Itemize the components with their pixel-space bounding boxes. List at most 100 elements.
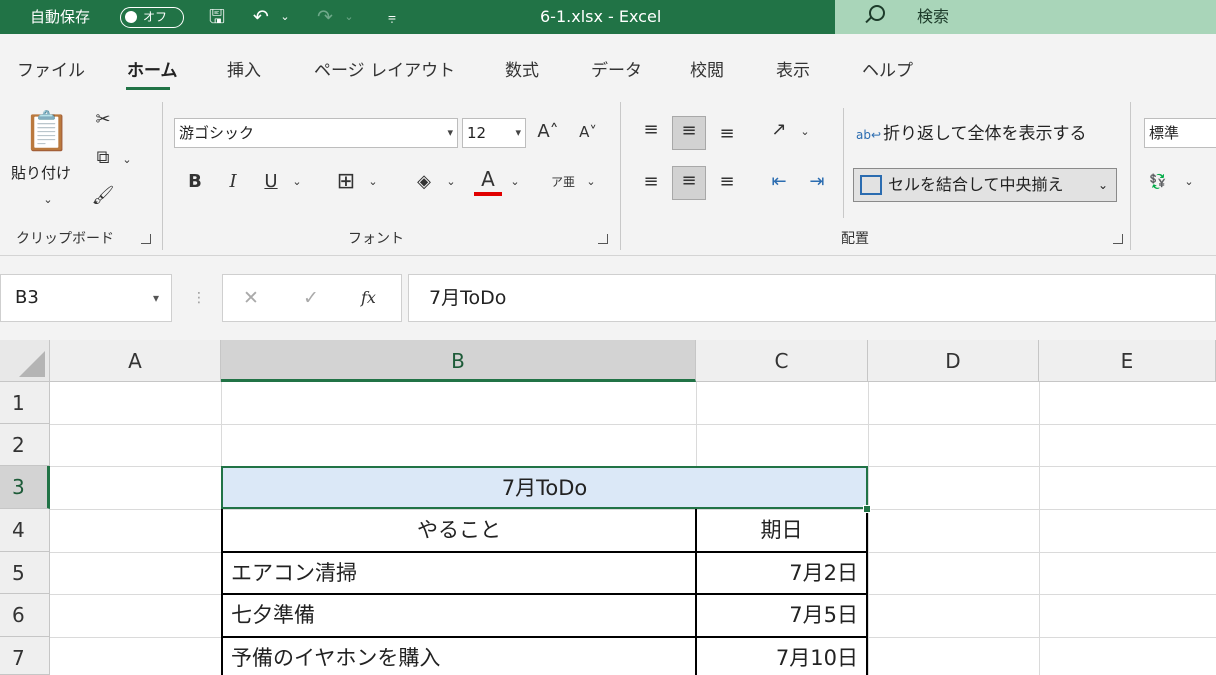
number-format-select[interactable]: 標準 [1144, 118, 1216, 148]
column-header-c[interactable]: C [696, 340, 868, 382]
task-cell[interactable]: エアコン清掃 [223, 552, 695, 594]
gridline [868, 382, 869, 675]
task-cell[interactable]: 七夕準備 [223, 594, 695, 636]
tab-insert[interactable]: 挿入 [227, 56, 261, 81]
cut-icon[interactable]: ✂ [90, 106, 116, 134]
select-all-button[interactable] [0, 340, 50, 382]
align-center-icon[interactable]: ≡ [672, 166, 706, 200]
search-icon [869, 5, 885, 21]
table-header-task[interactable]: やること [223, 509, 695, 551]
date-cell[interactable]: 7月5日 [697, 594, 866, 636]
alignment-launcher-icon[interactable] [1113, 234, 1123, 244]
name-box-value: B3 [15, 287, 39, 308]
row-header-3[interactable]: 3 [0, 466, 50, 509]
merged-title-cell[interactable]: 7月ToDo [221, 466, 868, 509]
format-painter-icon[interactable]: 🖌 [90, 182, 116, 210]
date-cell[interactable]: 7月2日 [697, 552, 866, 594]
title-bar: 自動保存 オフ 🖫 ↶ ⌄ ↷ ⌄ ⩦ 6-1.xlsx - Excel 検索 [0, 0, 1216, 34]
tab-home[interactable]: ホーム [127, 56, 178, 81]
search-placeholder: 検索 [917, 7, 950, 26]
table-border [866, 509, 868, 675]
fill-color-icon[interactable]: ◈ [410, 168, 438, 196]
resize-handle-icon[interactable]: ⋮ [192, 290, 206, 306]
row-header-4[interactable]: 4 [0, 509, 50, 552]
paste-icon[interactable]: 📋 [22, 106, 72, 156]
underline-dropdown-icon[interactable]: ⌄ [290, 168, 304, 196]
currency-dropdown-icon[interactable]: ⌄ [1182, 168, 1196, 196]
ribbon-tabs: ファイル ホーム 挿入 ページ レイアウト 数式 データ 校閲 表示 ヘルプ [0, 34, 1216, 96]
row-header-1[interactable]: 1 [0, 382, 50, 424]
shrink-font-icon[interactable]: A˅ [574, 118, 602, 146]
borders-icon[interactable]: ⊞ [332, 168, 360, 196]
tab-data[interactable]: データ [591, 56, 642, 81]
align-right-icon[interactable]: ≡ [714, 168, 740, 196]
tab-review[interactable]: 校閲 [690, 56, 724, 81]
fill-color-dropdown-icon[interactable]: ⌄ [444, 168, 458, 196]
clipboard-launcher-icon[interactable] [141, 234, 151, 244]
font-size-value: 12 [467, 124, 487, 142]
font-launcher-icon[interactable] [598, 234, 608, 244]
merge-center-button[interactable]: セルを結合して中央揃え ⌄ [853, 168, 1117, 202]
copy-dropdown-icon[interactable]: ⌄ [120, 146, 134, 174]
name-box[interactable]: B3 ▾ [0, 274, 172, 322]
row-header-7[interactable]: 7 [0, 637, 50, 675]
tab-view[interactable]: 表示 [776, 56, 810, 81]
date-cell[interactable]: 7月10日 [697, 637, 866, 675]
row-header-2[interactable]: 2 [0, 424, 50, 466]
font-color-dropdown-icon[interactable]: ⌄ [508, 168, 522, 196]
tab-formulas[interactable]: 数式 [505, 56, 539, 81]
font-size-select[interactable]: 12 ▾ [462, 118, 526, 148]
underline-icon[interactable]: U [260, 168, 282, 196]
autosave-toggle[interactable]: オフ [120, 7, 184, 28]
paste-label[interactable]: 貼り付け [11, 162, 71, 183]
align-bottom-icon[interactable]: ≡ [714, 120, 740, 148]
gridline [1039, 382, 1040, 675]
undo-dropdown-icon[interactable]: ⌄ [278, 0, 292, 34]
wrap-text-button[interactable]: ab↩ 折り返して全体を表示する [856, 120, 1087, 148]
row-header-6[interactable]: 6 [0, 594, 50, 637]
tab-file[interactable]: ファイル [17, 56, 85, 81]
task-cell[interactable]: 予備のイヤホンを購入 [223, 637, 695, 675]
bold-icon[interactable]: B [184, 168, 206, 196]
column-header-d[interactable]: D [868, 340, 1039, 382]
tab-page-layout[interactable]: ページ レイアウト [314, 56, 455, 81]
wrap-text-icon: ab↩ [856, 128, 882, 142]
phonetic-dropdown-icon[interactable]: ⌄ [584, 168, 598, 196]
chevron-down-icon: ▾ [447, 126, 453, 139]
increase-indent-icon[interactable]: ⇥ [804, 168, 830, 196]
customize-icon[interactable]: ⩦ [382, 0, 402, 34]
paste-dropdown-icon[interactable]: ⌄ [38, 186, 58, 214]
alignment-group-label: 配置 [841, 231, 869, 247]
orientation-dropdown-icon[interactable]: ⌄ [798, 118, 812, 146]
grow-font-icon[interactable]: A˄ [534, 118, 562, 146]
column-header-b[interactable]: B [221, 340, 696, 382]
align-left-icon[interactable]: ≡ [638, 168, 664, 196]
font-name-select[interactable]: 游ゴシック ▾ [174, 118, 458, 148]
phonetic-icon[interactable]: ア亜 [550, 168, 576, 196]
insert-function-icon[interactable]: fx [361, 275, 376, 321]
copy-icon[interactable]: ⧉ [90, 144, 116, 172]
borders-dropdown-icon[interactable]: ⌄ [366, 168, 380, 196]
redo-dropdown-icon[interactable]: ⌄ [342, 0, 356, 34]
formula-buttons: ✕ ✓ fx [222, 274, 402, 322]
formula-input[interactable]: 7月ToDo [408, 274, 1216, 322]
redo-icon[interactable]: ↷ [310, 0, 340, 34]
save-icon[interactable]: 🖫 [200, 0, 234, 34]
table-header-date[interactable]: 期日 [697, 509, 866, 551]
undo-icon[interactable]: ↶ [246, 0, 276, 34]
italic-icon[interactable]: I [222, 168, 244, 196]
align-top-icon[interactable]: ≡ [638, 116, 664, 144]
enter-icon[interactable]: ✓ [303, 275, 319, 321]
search-box[interactable]: 検索 [835, 0, 1216, 34]
font-color-icon[interactable]: A [474, 166, 502, 196]
orientation-icon[interactable]: ↗ [764, 116, 794, 144]
cancel-icon[interactable]: ✕ [243, 275, 259, 321]
wrap-text-label: 折り返して全体を表示する [883, 124, 1087, 144]
row-header-5[interactable]: 5 [0, 552, 50, 594]
column-header-a[interactable]: A [50, 340, 221, 382]
decrease-indent-icon[interactable]: ⇤ [766, 168, 792, 196]
tab-help[interactable]: ヘルプ [862, 56, 913, 81]
currency-format-icon[interactable]: 💱 [1146, 168, 1170, 196]
align-middle-icon[interactable]: ≡ [672, 116, 706, 150]
column-header-e[interactable]: E [1039, 340, 1216, 382]
